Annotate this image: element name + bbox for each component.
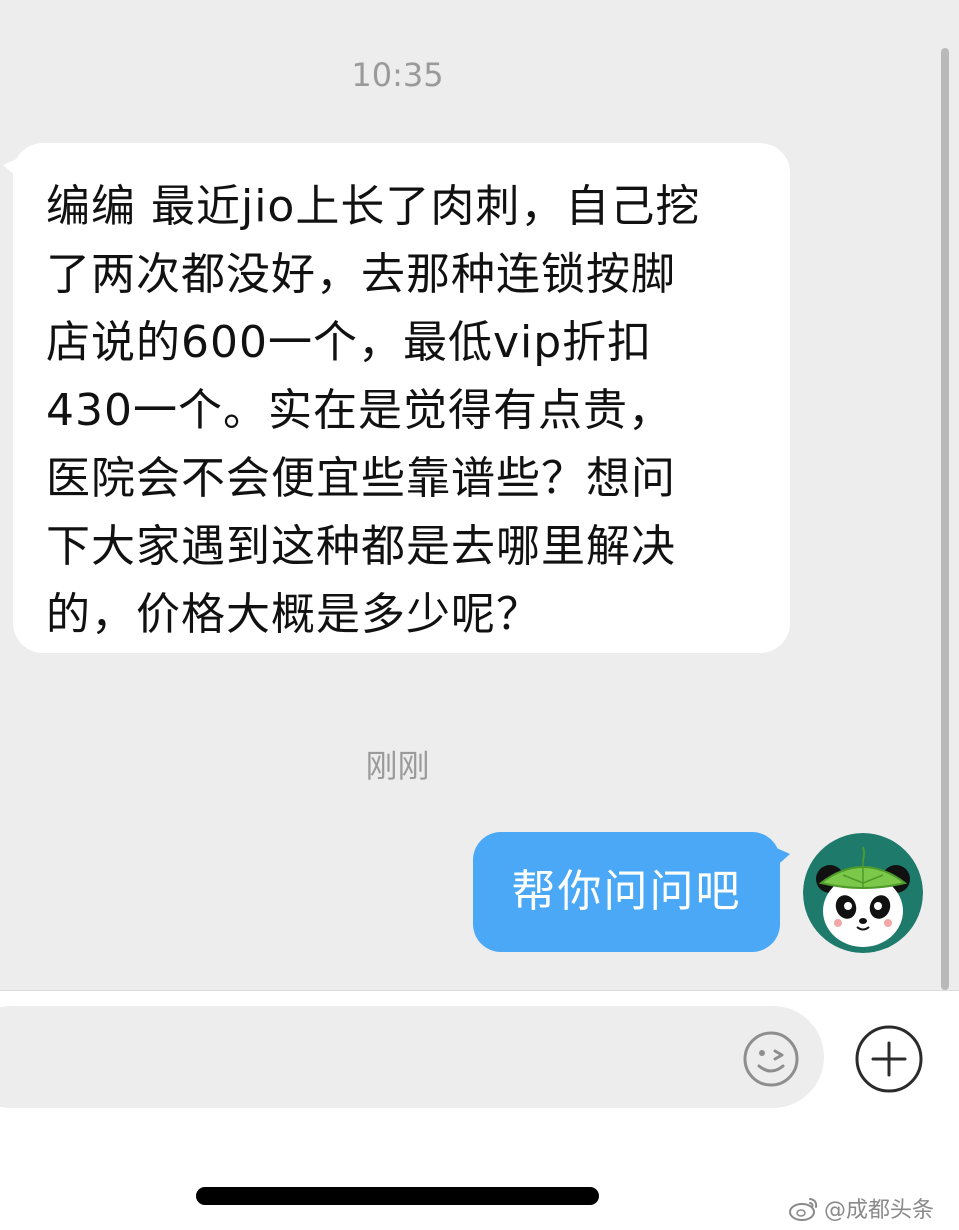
message-input[interactable] (0, 1006, 824, 1108)
message-line: 430一个。实在是觉得有点贵， (46, 385, 673, 436)
watermark-text: @成都头条 (824, 1198, 935, 1223)
weibo-icon (789, 1198, 818, 1221)
chat-area[interactable]: 10:35 编编 最近jio上长了肉刺，自己挖 了两次都没好，去那种连锁按脚 店… (0, 0, 959, 990)
avatar-panda-icon (803, 833, 923, 953)
message-line: 医院会不会便宜些靠谱些？想问 (46, 453, 676, 504)
timestamp: 刚刚 (365, 747, 430, 785)
message-line: 店说的600一个，最低vip折扣 (46, 317, 653, 368)
message-line: 了两次都没好，去那种连锁按脚 (46, 249, 676, 300)
message-line: 下大家遇到这种都是去哪里解决 (46, 521, 676, 572)
panda-leaf-avatar[interactable] (803, 833, 923, 953)
message-line: 编编 最近jio上长了肉刺，自己挖 (46, 181, 701, 232)
outgoing-message-bubble[interactable]: 帮你问问吧 (473, 832, 780, 952)
incoming-message-bubble[interactable]: 编编 最近jio上长了肉刺，自己挖 了两次都没好，去那种连锁按脚 店说的600一… (13, 143, 790, 653)
watermark: @成都头条 (788, 1192, 934, 1224)
scrollbar[interactable] (941, 48, 949, 990)
message-line: 的，价格大概是多少呢？ (46, 589, 541, 640)
home-indicator[interactable] (196, 1187, 599, 1205)
emoji-button[interactable] (742, 1030, 800, 1088)
more-button[interactable] (854, 1024, 924, 1094)
smiley-icon (743, 1031, 799, 1087)
plus-circle-icon (855, 1025, 923, 1093)
timestamp: 10:35 (351, 56, 444, 94)
